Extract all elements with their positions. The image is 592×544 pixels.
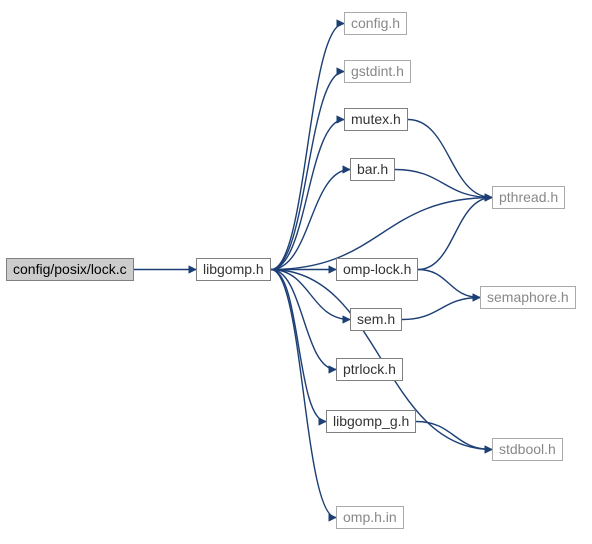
edge-bar-to-pthread: [395, 170, 492, 198]
edge-sem-to-semaphore: [402, 298, 480, 320]
node-omplock[interactable]: omp-lock.h: [336, 258, 418, 281]
node-lockc[interactable]: config/posix/lock.c: [6, 258, 134, 281]
node-gstdint[interactable]: gstdint.h: [344, 60, 411, 83]
edge-libgomp-to-libgompg: [271, 270, 326, 422]
edge-libgomp-to-mutex: [271, 120, 344, 270]
node-ptrlock[interactable]: ptrlock.h: [336, 358, 403, 381]
edge-libgomp-to-omphin: [271, 270, 336, 518]
edge-libgomp-to-configh: [271, 24, 344, 270]
edge-omplock-to-pthread: [418, 198, 492, 270]
node-libgomp[interactable]: libgomp.h: [196, 258, 271, 281]
edge-libgompg-to-stdbool: [416, 422, 492, 450]
node-configh[interactable]: config.h: [344, 12, 407, 35]
edge-libgomp-to-ptrlock: [271, 270, 336, 370]
node-libgompg[interactable]: libgomp_g.h: [326, 410, 416, 433]
node-sem[interactable]: sem.h: [350, 308, 402, 331]
edge-omplock-to-semaphore: [418, 270, 480, 298]
edge-libgomp-to-bar: [271, 170, 350, 270]
edge-libgomp-to-gstdint: [271, 72, 344, 270]
edge-mutex-to-pthread: [408, 120, 492, 198]
node-omphin[interactable]: omp.h.in: [336, 506, 404, 529]
node-semaphore[interactable]: semaphore.h: [480, 286, 576, 309]
node-bar[interactable]: bar.h: [350, 158, 395, 181]
node-stdbool[interactable]: stdbool.h: [492, 438, 563, 461]
node-mutex[interactable]: mutex.h: [344, 108, 408, 131]
dependency-graph: { "chart_data": { "type": "dependency-gr…: [0, 0, 592, 544]
node-pthread[interactable]: pthread.h: [492, 186, 565, 209]
